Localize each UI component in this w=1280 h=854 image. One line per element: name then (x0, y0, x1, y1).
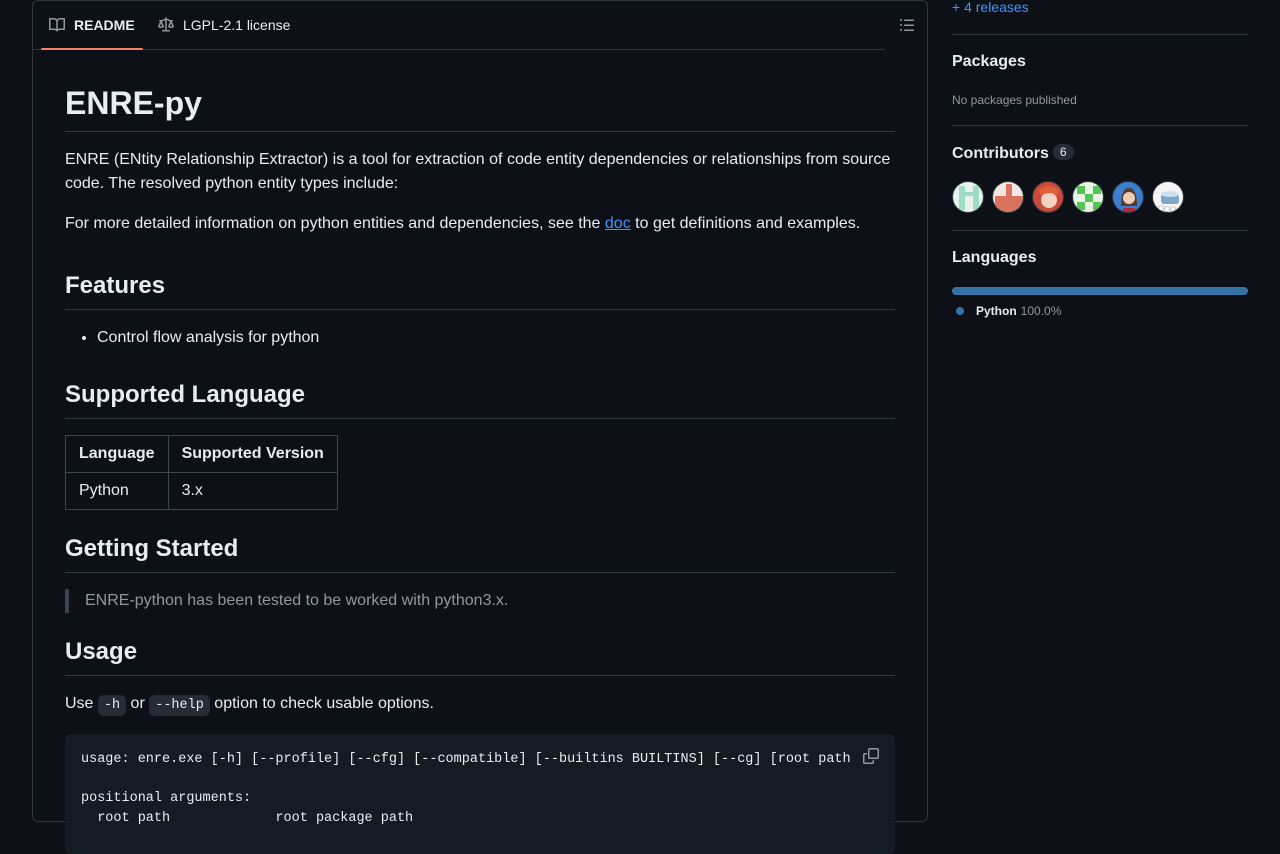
sidebar-divider (952, 125, 1248, 126)
getting-started-heading: Getting Started (65, 534, 895, 573)
releases-link[interactable]: + 4 releases (952, 0, 1029, 15)
table-header-row: Language Supported Version (65, 435, 338, 473)
tested-note-quote: ENRE-python has been tested to be worked… (65, 589, 895, 613)
detail-prefix: For more detailed information on python … (65, 215, 605, 232)
readme-tab-bar: README LGPL-2.1 license (33, 1, 885, 50)
tab-readme[interactable]: README (41, 1, 143, 50)
language-name: Python (976, 304, 1017, 318)
inline-code-help: --help (149, 695, 210, 716)
contributor-avatar-4 (1073, 182, 1103, 212)
usage-code-block: usage: enre.exe [-h] [--profile] [--cfg]… (65, 734, 895, 854)
packages-empty-text: No packages published (952, 93, 1077, 107)
table-header-language: Language (65, 435, 169, 473)
sidebar-divider (952, 230, 1248, 231)
avatar[interactable] (1072, 181, 1104, 213)
contributor-avatar-6 (1153, 182, 1183, 212)
usage-prefix: Use (65, 695, 98, 712)
table-header-version: Supported Version (167, 435, 338, 473)
avatar[interactable] (1152, 181, 1184, 213)
usage-suffix: option to check usable options. (209, 695, 434, 712)
contributor-avatar-2 (993, 182, 1023, 212)
table-of-contents-button[interactable] (897, 15, 917, 35)
contributors-heading-label: Contributors (952, 145, 1049, 162)
usage-heading: Usage (65, 637, 895, 676)
detail-suffix: to get definitions and examples. (630, 215, 861, 232)
avatar[interactable] (1112, 181, 1144, 213)
copy-icon (863, 748, 879, 764)
features-list: Control flow analysis for python (65, 326, 895, 350)
contributors-count-badge: 6 (1052, 144, 1074, 160)
table-cell-version: 3.x (167, 472, 338, 510)
intro-paragraph: ENRE (ENtity Relationship Extractor) is … (65, 151, 891, 192)
readme-panel: README LGPL-2.1 license ENRE-py ENRE (EN… (32, 0, 928, 854)
detail-paragraph: For more detailed information on python … (65, 212, 895, 236)
python-color-dot (956, 307, 964, 315)
contributors-heading[interactable]: Contributors 6 (952, 144, 1074, 163)
book-icon (49, 17, 65, 32)
usage-paragraph: Use -h or --help option to check usable … (65, 692, 895, 718)
languages-heading: Languages (952, 249, 1037, 266)
usage-mid: or (126, 695, 150, 712)
contributor-avatar-5 (1113, 182, 1143, 212)
contributor-avatar-3 (1033, 182, 1063, 212)
tab-license-label: LGPL-2.1 license (183, 17, 291, 33)
table-cell-language: Python (65, 472, 169, 510)
supported-language-table: Language Supported Version Python 3.x (65, 435, 338, 510)
feature-item: Control flow analysis for python (97, 326, 895, 350)
avatar[interactable] (1032, 181, 1064, 213)
sidebar-divider (952, 34, 1248, 35)
avatar[interactable] (952, 181, 984, 213)
copy-button[interactable] (863, 748, 879, 764)
supported-language-heading: Supported Language (65, 380, 895, 419)
readme-title: ENRE-py (65, 81, 895, 132)
readme-article: ENRE-py ENRE (ENtity Relationship Extrac… (65, 81, 895, 854)
language-item-python[interactable]: Python 100.0% (956, 304, 1061, 318)
contributor-avatar-1 (953, 182, 983, 212)
inline-code-h: -h (97, 695, 127, 716)
tab-license[interactable]: LGPL-2.1 license (158, 1, 290, 49)
list-unordered-icon (900, 19, 914, 31)
usage-code-text: usage: enre.exe [-h] [--profile] [--cfg]… (81, 752, 851, 826)
table-row: Python 3.x (65, 472, 338, 510)
law-icon (158, 17, 174, 32)
avatar[interactable] (992, 181, 1024, 213)
language-bar-python (952, 287, 1248, 295)
features-heading: Features (65, 271, 895, 310)
contributors-avatars (952, 181, 1184, 213)
doc-link[interactable]: doc (605, 215, 631, 232)
tab-readme-label: README (74, 17, 135, 33)
packages-heading[interactable]: Packages (952, 53, 1026, 71)
language-percent: 100.0% (1020, 304, 1062, 318)
